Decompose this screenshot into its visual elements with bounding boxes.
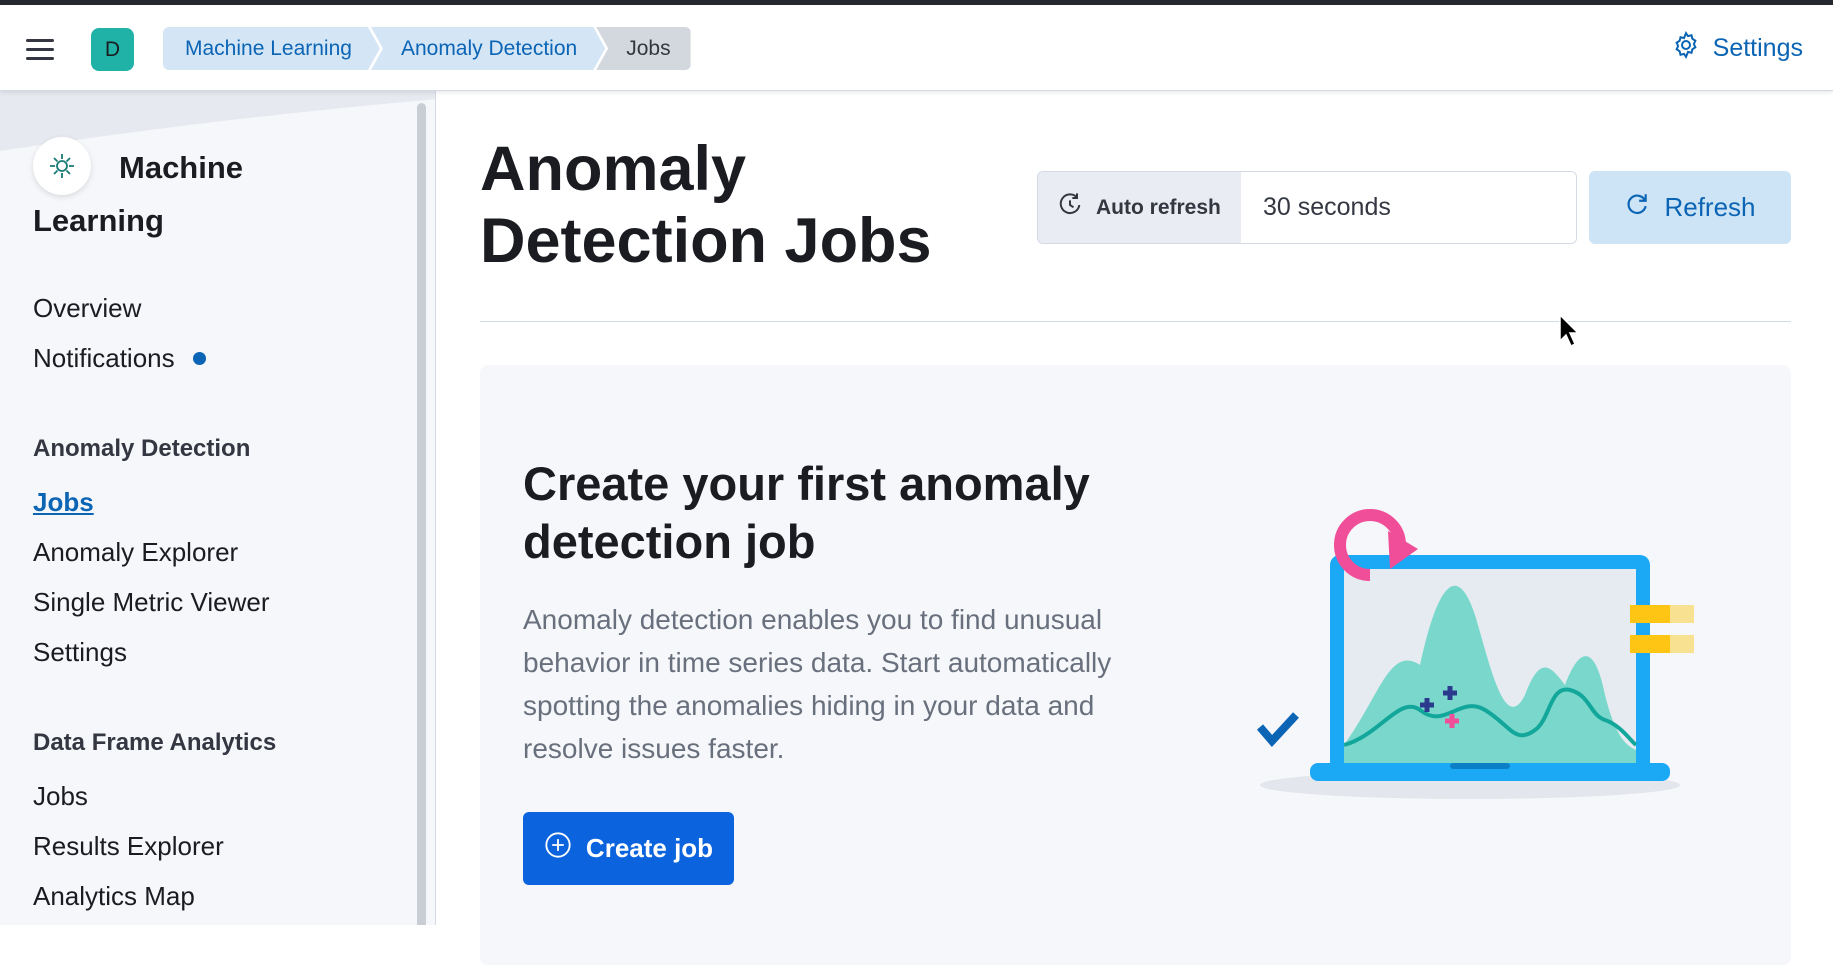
gear-icon [1671,30,1701,67]
header-bar: D Machine Learning Anomaly Detection Job… [0,5,1833,91]
nav-results-explorer[interactable]: Results Explorer [33,831,224,862]
settings-label: Settings [1712,34,1803,62]
nav-notifications[interactable]: Notifications [33,343,206,374]
nav-anomaly-explorer[interactable]: Anomaly Explorer [33,537,238,568]
refresh-icon [1624,191,1650,224]
laptop-chart-illustration [1256,509,1694,799]
create-job-label: Create job [585,833,714,863]
notification-dot-icon [192,351,206,365]
nav-ad-jobs[interactable]: Jobs [33,487,94,518]
auto-refresh-label-box[interactable]: Auto refresh [1038,172,1241,243]
auto-refresh-interval-field[interactable]: 30 seconds [1241,172,1576,243]
nav-single-metric-viewer[interactable]: Single Metric Viewer [33,587,270,618]
menu-toggle-icon[interactable] [24,36,56,62]
breadcrumb-anomaly-detection[interactable]: Anomaly Detection [371,27,605,70]
nav-notifications-label: Notifications [33,343,175,373]
sidebar: Machine Learning Overview Notifications … [0,91,436,925]
empty-state-description: Anomaly detection enables you to find un… [523,604,1112,764]
sidebar-scrollbar[interactable] [417,103,426,925]
space-avatar[interactable]: D [91,28,134,71]
nav-analytics-map[interactable]: Analytics Map [33,881,195,912]
create-job-button[interactable]: Create job [523,812,734,885]
breadcrumb-machine-learning[interactable]: Machine Learning [163,27,380,70]
refresh-button[interactable]: Refresh [1589,171,1791,244]
refresh-label: Refresh [1664,192,1756,222]
nav-dfa-jobs[interactable]: Jobs [33,781,88,812]
auto-refresh-label: Auto refresh [1096,195,1221,219]
breadcrumb: Machine Learning Anomaly Detection Jobs [163,27,691,70]
mouse-cursor-icon [1559,313,1580,348]
nav-group-anomaly-detection: Anomaly Detection [33,435,251,462]
main-content: Anomaly Detection Jobs Auto refresh 30 s… [437,91,1833,965]
nav-overview[interactable]: Overview [33,293,141,324]
empty-state-title: Create your first anomaly detection job [523,457,1090,568]
header-divider [480,321,1791,322]
settings-link[interactable]: Settings [1671,30,1803,67]
nav-ad-settings[interactable]: Settings [33,637,127,668]
breadcrumb-jobs: Jobs [596,27,691,70]
auto-refresh-icon [1056,191,1084,225]
machine-learning-icon [33,137,91,195]
plus-circle-icon [544,831,572,866]
page-title: Anomaly Detection Jobs [480,134,932,276]
nav-group-data-frame-analytics: Data Frame Analytics [33,729,277,756]
auto-refresh-control[interactable]: Auto refresh 30 seconds [1037,171,1577,244]
empty-state-panel: Create your first anomaly detection job … [480,365,1791,965]
